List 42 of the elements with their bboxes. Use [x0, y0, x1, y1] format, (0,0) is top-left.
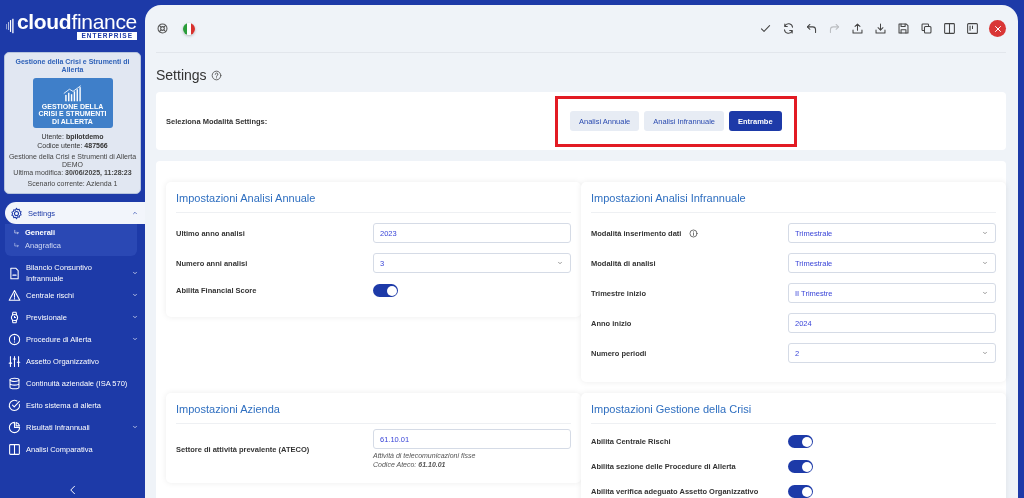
chevron-icon [556, 259, 564, 267]
database-icon [8, 376, 21, 390]
download-button[interactable] [874, 22, 887, 35]
document-icon [8, 266, 21, 280]
chevron-icon [981, 289, 989, 297]
corner-arrow-icon [13, 229, 20, 236]
section-title: Impostazioni Azienda [176, 403, 571, 424]
refresh-button[interactable] [782, 22, 795, 35]
alert-circle-icon [8, 332, 21, 346]
toggle-switch[interactable] [373, 284, 398, 297]
corner-arrow-icon [13, 242, 20, 249]
checkmark-button[interactable] [759, 22, 772, 35]
toggle-switch[interactable] [788, 460, 813, 473]
section-title: Impostazioni Gestione della Crisi [591, 403, 996, 424]
flag-icon[interactable] [183, 22, 195, 35]
section-title: Impostazioni Analisi Annuale [176, 192, 571, 213]
close-icon [992, 23, 1003, 34]
chart-icon [61, 84, 84, 102]
columns-icon [8, 442, 21, 456]
upload-button[interactable] [851, 22, 864, 35]
chevron-icon [981, 259, 989, 267]
copy-button[interactable] [920, 22, 933, 35]
section-title: Impostazioni Analisi Infrannuale [591, 192, 996, 213]
chevron-icon [981, 349, 989, 357]
lifebuoy-icon [156, 22, 169, 35]
close-button[interactable] [989, 20, 1006, 37]
chevron-icon [981, 229, 989, 237]
watch-icon [8, 310, 21, 324]
undo-button[interactable] [805, 22, 818, 35]
page-title: Settings [156, 67, 207, 83]
save-button[interactable] [897, 22, 910, 35]
pie-chart-icon [8, 420, 21, 434]
board-button[interactable] [966, 22, 979, 35]
gear-icon [10, 206, 23, 220]
toggle-switch[interactable] [788, 485, 813, 498]
warning-icon [8, 288, 21, 302]
brand-name: cloudfinance [16, 12, 137, 32]
split-view-button[interactable] [943, 22, 956, 35]
sliders-icon [8, 354, 21, 368]
check-circle-icon [8, 398, 21, 412]
help-icon [210, 69, 222, 81]
toggle-switch[interactable] [788, 435, 813, 448]
